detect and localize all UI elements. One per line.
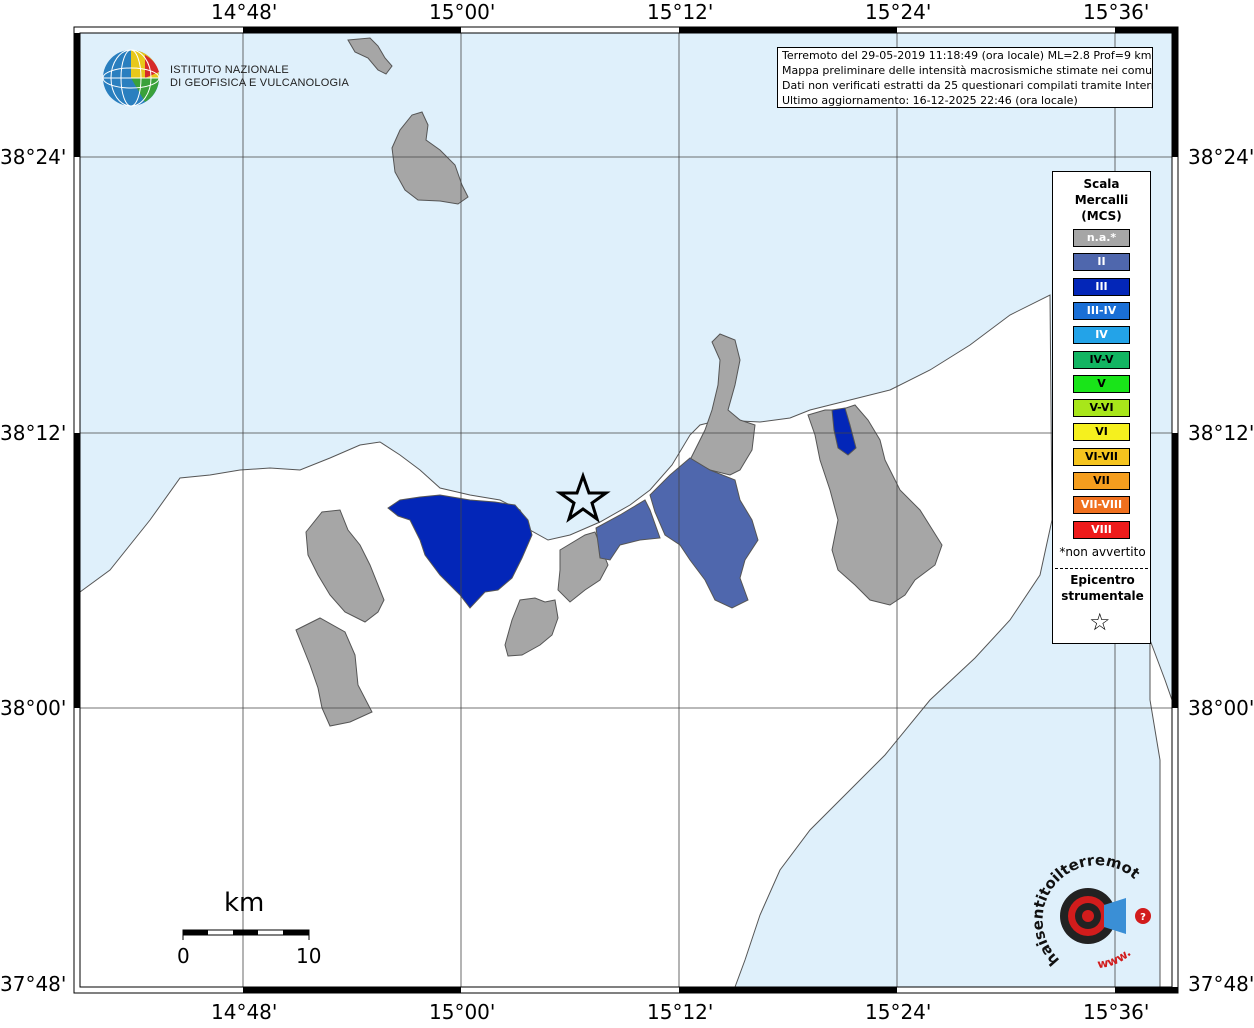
left-tick-label: 38°24' [0, 145, 67, 169]
scale-end-label: 10 [296, 944, 322, 968]
legend-item: IV [1073, 326, 1130, 345]
legend-epicenter-line: Epicentro [1070, 573, 1135, 587]
right-tick-label: 38°12' [1188, 421, 1254, 445]
legend-epicenter-line: strumentale [1061, 589, 1144, 603]
bottom-tick-label: 15°00' [429, 1000, 496, 1024]
top-tick-label: 15°00' [429, 0, 496, 24]
event-info-line: Terremoto del 29-05-2019 11:18:49 (ora l… [782, 49, 1152, 62]
bottom-tick-label: 14°48' [211, 1000, 278, 1024]
legend-item: III-IV [1073, 301, 1130, 320]
svg-text:?: ? [1140, 912, 1146, 923]
ingv-logo-line2: DI GEOFISICA E VULCANOLOGIA [170, 77, 349, 89]
event-info-line: Ultimo aggiornamento: 16-12-2025 22:46 (… [782, 94, 1078, 107]
ingv-globe-icon [102, 49, 160, 107]
right-tick-label: 37°48' [1188, 972, 1254, 996]
legend-item: n.a.* [1073, 229, 1130, 247]
legend-item: II [1073, 253, 1130, 272]
top-tick-label: 15°24' [865, 0, 932, 24]
bottom-tick-label: 15°12' [647, 1000, 714, 1024]
bottom-tick-label: 15°24' [865, 1000, 932, 1024]
bottom-tick-label: 15°36' [1083, 1000, 1150, 1024]
legend-star-icon: ☆ [1089, 608, 1111, 636]
legend-divider [1055, 568, 1148, 569]
ingv-logo-line1: ISTITUTO NAZIONALE [170, 64, 289, 76]
left-tick-label: 38°12' [0, 421, 67, 445]
legend-item: VII [1073, 472, 1130, 490]
legend-item: VII-VIII [1073, 496, 1130, 515]
top-tick-label: 15°12' [647, 0, 714, 24]
legend-item: V-VI [1073, 399, 1130, 418]
top-tick-label: 14°48' [211, 0, 278, 24]
legend-title-line: (MCS) [1081, 209, 1122, 223]
legend-item: VIII [1073, 520, 1130, 539]
mcs-legend: Scala Mercalli (MCS) n.a.* II III III-IV IV I… [1052, 171, 1151, 644]
event-info-box: Terremoto del 29-05-2019 11:18:49 (ora l… [777, 47, 1153, 108]
event-info-line: Mappa preliminare delle intensità macros… [782, 64, 1152, 77]
scale-unit-label: km [224, 888, 265, 918]
legend-title-line: Scala [1083, 177, 1120, 191]
event-info-line: Dati non verificati estratti da 25 quest… [782, 79, 1152, 92]
legend-item: III [1073, 277, 1130, 296]
right-tick-label: 38°24' [1188, 145, 1254, 169]
legend-item: VI [1073, 423, 1130, 442]
legend-item: IV-V [1073, 350, 1130, 369]
left-tick-label: 37°48' [0, 972, 67, 996]
legend-epicenter-label: Epicentro strumentale [1053, 572, 1152, 604]
right-tick-label: 38°00' [1188, 696, 1254, 720]
legend-note: *non avvertito [1059, 545, 1146, 559]
ingv-logo-text: ISTITUTO NAZIONALE DI GEOFISICA E VULCAN… [170, 64, 349, 90]
legend-title: Scala Mercalli (MCS) [1053, 176, 1150, 224]
legend-item: VI-VII [1073, 447, 1130, 466]
legend-item: V [1073, 374, 1130, 393]
top-tick-label: 15°36' [1083, 0, 1150, 24]
scale-start-label: 0 [177, 944, 190, 968]
legend-title-line: Mercalli [1074, 193, 1129, 207]
left-tick-label: 38°00' [0, 696, 67, 720]
